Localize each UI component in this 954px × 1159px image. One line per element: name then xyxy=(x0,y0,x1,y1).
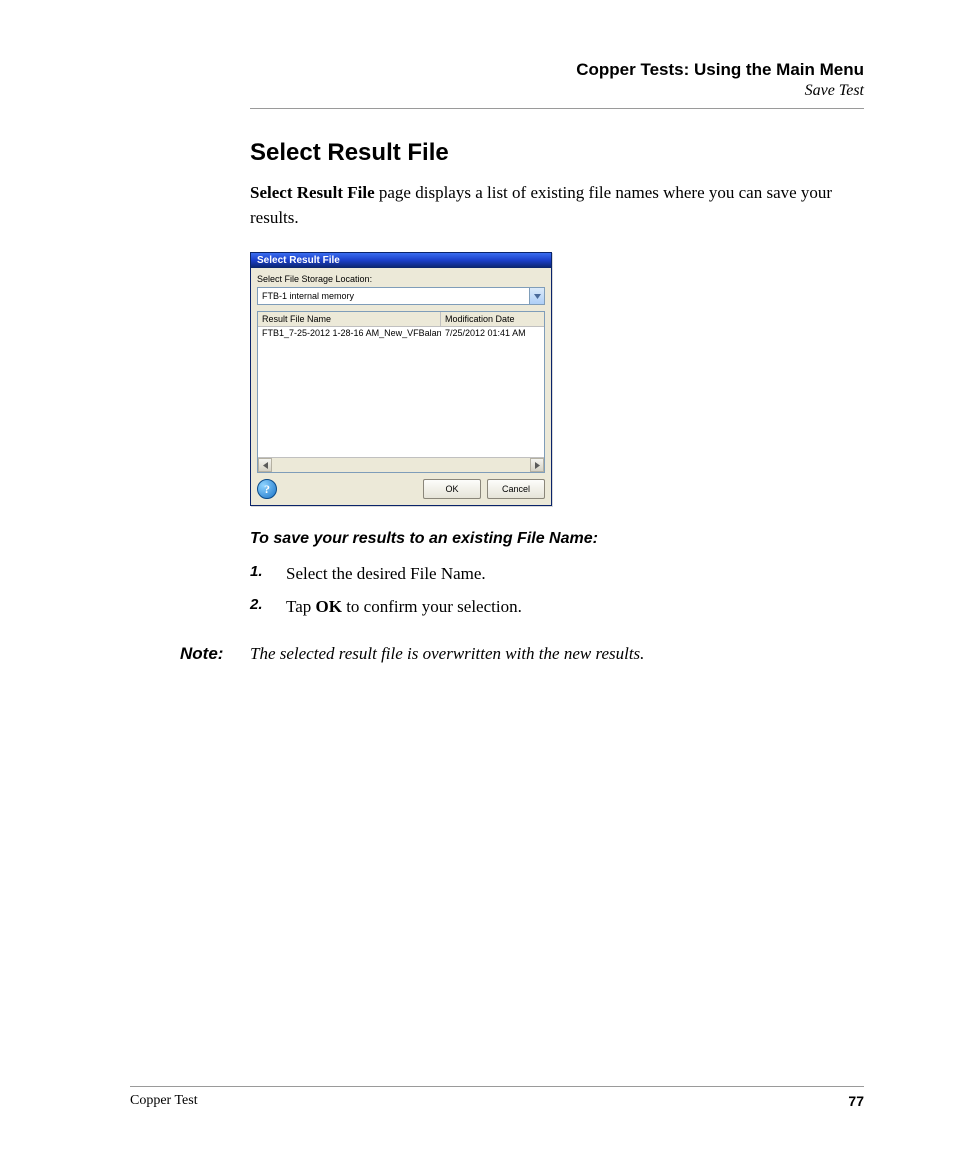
horizontal-scrollbar[interactable] xyxy=(258,457,544,472)
col-header-date[interactable]: Modification Date xyxy=(441,312,544,326)
scroll-left-icon[interactable] xyxy=(258,458,272,472)
help-icon[interactable]: ? xyxy=(257,479,277,499)
note-text: The selected result file is overwritten … xyxy=(250,641,644,667)
step-post: to confirm your selection. xyxy=(342,597,522,616)
scroll-right-icon[interactable] xyxy=(530,458,544,472)
procedure-heading: To save your results to an existing File… xyxy=(250,530,864,548)
note-label: Note: xyxy=(180,641,250,667)
note: Note: The selected result file is overwr… xyxy=(180,641,864,667)
page-footer: Copper Test 77 xyxy=(130,1086,864,1109)
page-header: Copper Tests: Using the Main Menu Save T… xyxy=(250,60,864,109)
ok-button[interactable]: OK xyxy=(423,479,481,499)
scroll-track[interactable] xyxy=(272,458,530,472)
list-item: Tap OK to confirm your selection. xyxy=(250,593,864,620)
section-subtitle: Save Test xyxy=(250,82,864,100)
storage-location-value: FTB-1 internal memory xyxy=(258,288,529,304)
step-pre: Tap xyxy=(286,597,316,616)
cancel-button[interactable]: Cancel xyxy=(487,479,545,499)
select-result-file-dialog: Select Result File Select File Storage L… xyxy=(250,252,552,506)
chapter-title: Copper Tests: Using the Main Menu xyxy=(250,60,864,80)
storage-location-label: Select File Storage Location: xyxy=(257,274,545,284)
chevron-down-icon[interactable] xyxy=(529,288,544,304)
list-item: Select the desired File Name. xyxy=(250,560,864,587)
row-date: 7/25/2012 01:41 AM xyxy=(441,327,544,339)
intro-paragraph: Select Result File page displays a list … xyxy=(250,181,864,230)
page-title: Select Result File xyxy=(250,139,864,167)
row-name: FTB1_7-25-2012 1-28-16 AM_New_VFBalance xyxy=(258,327,441,339)
procedure-steps: Select the desired File Name. Tap OK to … xyxy=(250,560,864,620)
storage-location-select[interactable]: FTB-1 internal memory xyxy=(257,287,545,305)
header-rule xyxy=(250,108,864,109)
footer-doc-title: Copper Test xyxy=(130,1093,198,1109)
step-bold: OK xyxy=(316,597,342,616)
list-header: Result File Name Modification Date xyxy=(258,312,544,327)
footer-rule xyxy=(130,1086,864,1087)
intro-bold: Select Result File xyxy=(250,183,375,202)
result-file-list[interactable]: Result File Name Modification Date FTB1_… xyxy=(257,311,545,473)
page-number: 77 xyxy=(848,1093,864,1109)
dialog-title-bar: Select Result File xyxy=(251,253,551,268)
step-text: Select the desired File Name. xyxy=(286,564,486,583)
col-header-name[interactable]: Result File Name xyxy=(258,312,441,326)
table-row[interactable]: FTB1_7-25-2012 1-28-16 AM_New_VFBalance … xyxy=(258,327,544,339)
